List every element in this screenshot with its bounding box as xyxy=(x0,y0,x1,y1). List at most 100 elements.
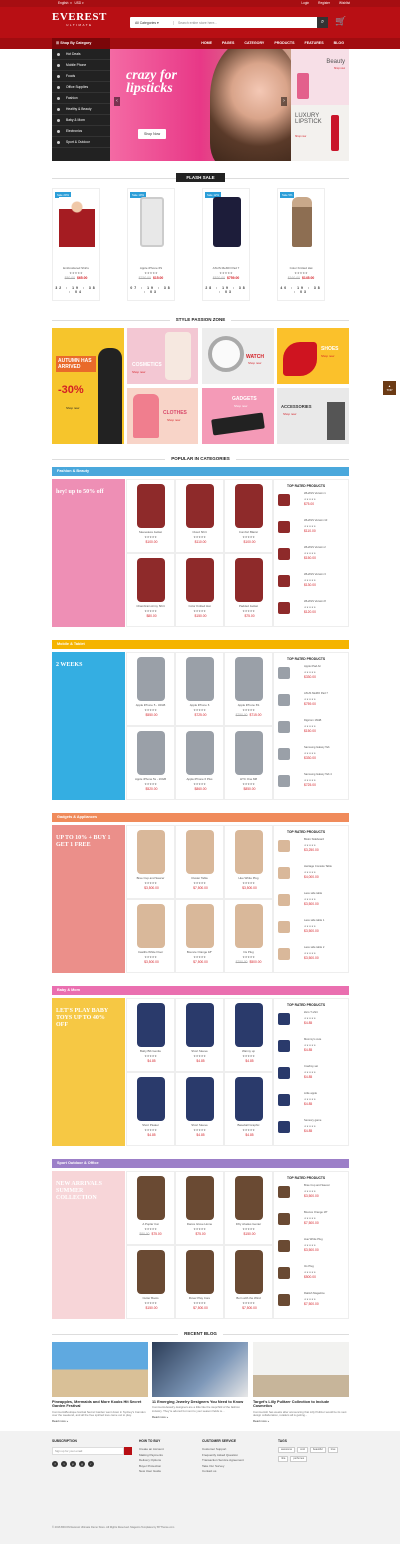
product-card[interactable]: Cluster Table ★★★★★ $7,500.00 xyxy=(175,825,224,899)
product-name[interactable]: WHASS Version 1 xyxy=(304,492,326,495)
subscribe-button[interactable] xyxy=(124,1447,132,1456)
product-card[interactable]: Baseball Graphic ★★★★★ $4.85 xyxy=(224,1072,273,1146)
top-rated-item[interactable]: WHASS Version 8 ★★★★★ $120.00 xyxy=(278,598,348,623)
product-name[interactable]: Short Sleeve xyxy=(176,1049,223,1053)
top-rated-item[interactable]: WHASS Version 10 ★★★★★ $110.00 xyxy=(278,517,348,542)
language-select[interactable]: English xyxy=(58,1,68,5)
menu-item[interactable]: Healthy & Beauty xyxy=(52,104,110,115)
product-card[interactable]: Short Sleeve ★★★★★ $4.85 xyxy=(175,998,224,1072)
product-name[interactable]: Castillo White Floor xyxy=(127,950,174,954)
menu-item[interactable]: Mobile Phone xyxy=(52,60,110,71)
product-name[interactable]: WHASS Version 10 xyxy=(304,519,327,522)
autumn-banner[interactable]: AUTUMN HAS ARRIVED -30% Shop now xyxy=(52,328,124,444)
menu-item[interactable]: Foods xyxy=(52,71,110,82)
product-card[interactable]: Hue White Plug ★★★★★ $3,500.00 xyxy=(224,825,273,899)
email-input[interactable]: Sign up for your email xyxy=(52,1447,124,1456)
top-rated-item[interactable]: Cowboy set ★★★★★ $4.85 xyxy=(278,1063,348,1088)
product-card[interactable]: Warmy up ★★★★★ $4.85 xyxy=(224,998,273,1072)
currency-select[interactable]: USD xyxy=(75,1,82,5)
menu-item[interactable]: Baby & Mom xyxy=(52,115,110,126)
top-rated-item[interactable]: Hue White Plug ★★★★★ $3,500.00 xyxy=(278,1236,348,1261)
category-title[interactable]: Fashion & Beauty xyxy=(52,467,349,476)
wishlist-link[interactable]: Wishlist xyxy=(339,0,350,7)
product-name[interactable]: Baby Bib Gentle xyxy=(127,1049,174,1053)
product-name[interactable]: WHASS Version 3 xyxy=(304,573,326,576)
read-more-link[interactable]: Read more » xyxy=(52,1419,148,1423)
product-name[interactable]: Samsung Galaxy Tab xyxy=(304,746,330,749)
top-rated-item[interactable]: Sensory game ★★★★★ $4.85 xyxy=(278,1117,348,1142)
product-card[interactable]: Cloud Shirt ★★★★★ $110.00 xyxy=(175,479,224,553)
product-name[interactable]: Short Sleeve xyxy=(176,1123,223,1127)
top-rated-item[interactable]: Bree Cup and Saucer ★★★★★ $3,500.00 xyxy=(278,1182,348,1207)
product-name[interactable]: Apple iPhone 6S xyxy=(225,703,272,707)
tag[interactable]: cool xyxy=(297,1447,308,1454)
top-rated-item[interactable]: Rattish Magazine ★★★★★ $7,500.00 xyxy=(278,1290,348,1315)
top-rated-item[interactable]: WHASS Version 2 ★★★★★ $150.00 xyxy=(278,544,348,569)
nav-blog[interactable]: BLOG xyxy=(334,38,344,49)
beauty-banner[interactable]: Beauty Shop now xyxy=(291,49,349,105)
read-more-link[interactable]: Read more » xyxy=(152,1415,248,1419)
product-name[interactable]: Born with the Wind xyxy=(225,1296,272,1300)
logo[interactable]: EVEREST ULTIMATE xyxy=(52,11,107,27)
top-rated-item[interactable]: Mommy's cute ★★★★★ $4.85 xyxy=(278,1036,348,1061)
product-name[interactable]: Fifty shades Genter xyxy=(225,1222,272,1226)
top-rated-item[interactable]: Lace side table 1 ★★★★★ $3,500.00 xyxy=(278,917,348,942)
category-title[interactable]: Gadgets & Appliances xyxy=(52,813,349,822)
product-name[interactable]: WHASS Version 8 xyxy=(304,600,326,603)
top-rated-item[interactable]: Samsung Galaxy Tab 4 ★★★★★ $725.00 xyxy=(278,771,348,796)
rss-icon[interactable]: r xyxy=(88,1461,94,1468)
back-to-top-button[interactable]: ▲ TOP xyxy=(383,381,396,395)
menu-item[interactable]: Sport & Outdoor xyxy=(52,137,110,148)
menu-item[interactable]: Fashion xyxy=(52,93,110,104)
product-name[interactable]: WHASS Version 2 xyxy=(304,546,326,549)
product-card[interactable]: Born with the Wind ★★★★★ $7,500.00 xyxy=(224,1245,273,1319)
category-title[interactable]: Sport Outdoor & Office xyxy=(52,1159,349,1168)
product-name[interactable]: Cowboy set xyxy=(304,1065,318,1068)
product-name[interactable]: Apple iPhone 6 xyxy=(176,703,223,707)
menu-item[interactable]: Office Supplies xyxy=(52,82,110,93)
product-name[interactable]: Chambrain Army Shirt xyxy=(127,604,174,608)
product-card[interactable]: Short Pleater ★★★★★ $4.85 xyxy=(126,1072,175,1146)
cosmetics-banner[interactable]: COSMETICS Shop now xyxy=(127,328,198,384)
menu-item[interactable]: Hot Deals xyxy=(52,49,110,60)
product-name[interactable]: HTC One M8 xyxy=(225,777,272,781)
product-name[interactable]: Iris Plug xyxy=(304,1265,314,1268)
product-name[interactable]: Apple iPhone 6 Plus xyxy=(176,777,223,781)
product-name[interactable]: Lace side table xyxy=(304,892,322,895)
search-category-select[interactable]: All Categories ▾ xyxy=(130,20,174,25)
product-name[interactable]: Baseball Graphic xyxy=(225,1123,272,1127)
top-rated-item[interactable]: Iris Plug ★★★★★ $500.00 xyxy=(278,1263,348,1288)
watch-banner[interactable]: WATCH Shop now xyxy=(202,328,274,384)
top-rated-item[interactable]: Bounce Orange 18" ★★★★★ $7,500.00 xyxy=(278,1209,348,1234)
category-banner[interactable]: 2 WEEKS xyxy=(52,652,125,800)
product-name[interactable]: Bistro Sideboard xyxy=(304,838,324,841)
product-name[interactable]: Bounce Orange 18" xyxy=(176,950,223,954)
twitter-icon[interactable]: t xyxy=(61,1461,67,1468)
product-name[interactable]: Mommy's cute xyxy=(304,1038,321,1041)
product-card[interactable]: Apple iPhone 5s - 16GB ★★★★★ $520.00 xyxy=(126,726,175,800)
blog-post[interactable]: 11 Emerging Jewelry Designers You Need t… xyxy=(152,1342,248,1420)
product-card[interactable]: Chambrain Army Shirt ★★★★★ $80.00 xyxy=(126,553,175,627)
product-card[interactable]: Bree Cup and Saucer ★★★★★ $3,500.00 xyxy=(126,825,175,899)
footer-link[interactable]: Transaction Service Agreement xyxy=(202,1458,244,1463)
facebook-icon[interactable]: f xyxy=(52,1461,58,1468)
product-name[interactable]: A Poplar Cat xyxy=(127,1222,174,1226)
tag[interactable]: perfumes xyxy=(290,1456,308,1463)
slider-next-arrow[interactable]: › xyxy=(281,97,287,106)
tag[interactable]: beautiful xyxy=(309,1447,326,1454)
category-banner[interactable]: NEW ARRIVALS SUMMER COLLECTION xyxy=(52,1171,125,1319)
product-name[interactable]: Heritage Console Table xyxy=(304,865,332,868)
top-rated-item[interactable]: Bistro Sideboard ★★★★★ $3,250.00 xyxy=(278,836,348,861)
shoes-banner[interactable]: SHOES Shop now xyxy=(277,328,349,384)
top-rated-item[interactable]: Zero T-shirt ★★★★★ $4.85 xyxy=(278,1009,348,1034)
pinterest-icon[interactable]: p xyxy=(70,1461,76,1468)
product-card[interactable]: Sleeveless Jacket ★★★★★ $100.00 xyxy=(126,479,175,553)
product-card[interactable]: Bounce Orange 18" ★★★★★ $7,500.00 xyxy=(175,899,224,973)
footer-link[interactable]: Contact us xyxy=(202,1469,244,1474)
product-name[interactable]: Dance Glove Home xyxy=(176,1222,223,1226)
product-name[interactable]: Apple iPad Air xyxy=(304,665,321,668)
product-name[interactable]: Lace side table 1 xyxy=(304,919,324,922)
nav-category[interactable]: CATEGORY xyxy=(244,38,264,49)
product-name[interactable]: Iris Plug xyxy=(225,950,272,954)
tag[interactable]: awesome xyxy=(278,1447,296,1454)
